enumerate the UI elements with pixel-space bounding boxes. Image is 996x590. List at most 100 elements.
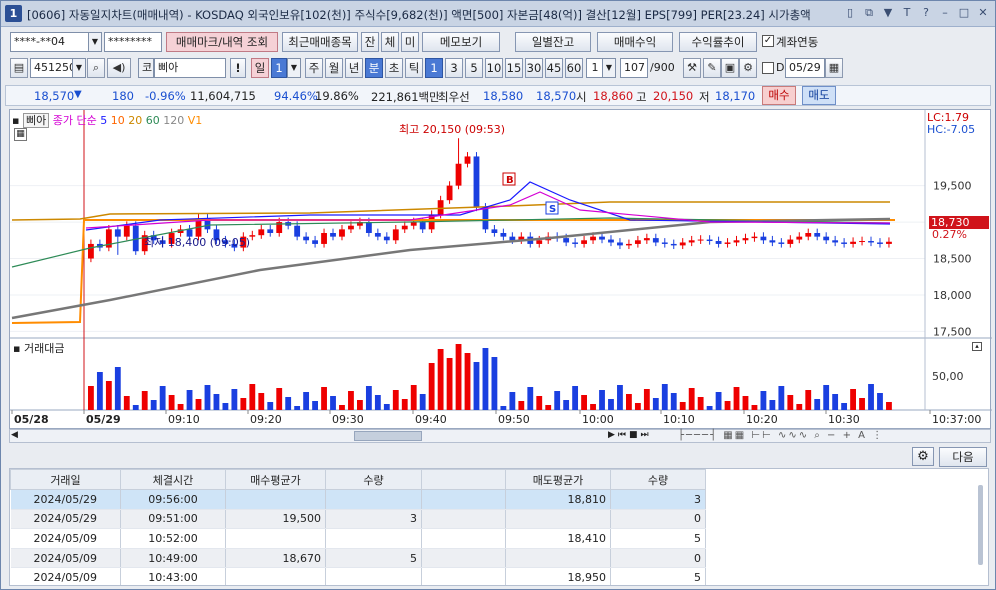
interval-45-button[interactable]: 45 [545, 58, 563, 78]
period-month-button[interactable]: 월 [325, 58, 343, 78]
table-row[interactable]: 2024/05/29 09:56:00 18,810 3 [10, 489, 706, 510]
legend-ma10[interactable]: 10 [111, 114, 125, 127]
chart-tools-icons[interactable]: ├───┤ ▦▦ ⊢⊢ ∿∿∿ ⌕ − + A ⋮ [678, 430, 884, 441]
table-cell [325, 567, 422, 585]
interval-15-button[interactable]: 15 [505, 58, 523, 78]
period-tick-button[interactable]: 틱 [405, 58, 423, 78]
layout-icon[interactable]: ▯ [842, 5, 858, 21]
tools-icon[interactable]: ⚒ [683, 58, 701, 78]
close-icon[interactable]: ✕ [975, 5, 991, 21]
balance-button[interactable]: 잔 [361, 32, 379, 52]
save-icon[interactable]: ▣ [721, 58, 739, 78]
range-field[interactable]: 107 [620, 58, 648, 78]
speaker-icon[interactable]: ◀) [107, 58, 131, 78]
price-change: 180 [112, 89, 134, 103]
period-num-field[interactable]: 1 [271, 58, 287, 78]
interval-1-button[interactable]: 1 [425, 58, 443, 78]
scroll-thumb[interactable] [354, 431, 422, 441]
return-trend-button[interactable]: 수익률추이 [679, 32, 757, 52]
interval-10-button[interactable]: 10 [485, 58, 503, 78]
legend-collapse-icon[interactable]: ▪ [12, 114, 19, 127]
col-empty[interactable] [421, 469, 506, 490]
period-week-button[interactable]: 주 [305, 58, 323, 78]
code-input[interactable]: 451250 [30, 58, 76, 78]
draw-icon[interactable]: ✎ [703, 58, 721, 78]
scroll-left-icon[interactable]: ◀ [11, 430, 18, 440]
table-row[interactable]: 2024/05/09 10:49:00 18,670 5 0 [10, 548, 706, 569]
legend-ma60[interactable]: 60 [146, 114, 160, 127]
stock-name-field[interactable]: 삐아 [154, 58, 226, 78]
col-buy-qty[interactable]: 수량 [325, 469, 422, 490]
recent-trades-button[interactable]: 최근매매종목 [282, 32, 358, 52]
table-row[interactable]: 2024/05/29 09:51:00 19,500 3 0 [10, 509, 706, 530]
trade-profit-button[interactable]: 매매수익 [597, 32, 673, 52]
pin-icon[interactable]: ▼ [880, 5, 896, 21]
table-cell [225, 528, 326, 549]
legend-ma120[interactable]: 120 [163, 114, 184, 127]
account-dropdown-icon[interactable]: ▼ [88, 32, 102, 52]
password-field[interactable]: ******** [104, 32, 162, 52]
code-dropdown-icon[interactable]: ▼ [72, 58, 86, 78]
account-field[interactable]: ****-**04 [10, 32, 90, 52]
memo-button[interactable]: 메모보기 [422, 32, 500, 52]
period-minute-button[interactable]: 분 [365, 58, 383, 78]
col-trade-date[interactable]: 거래일 [10, 469, 121, 490]
volume-bar [374, 395, 381, 410]
next-button[interactable]: 다음 [939, 447, 987, 467]
date-field[interactable]: 05/29 [785, 58, 825, 78]
minimize-icon[interactable]: – [937, 5, 953, 21]
trade-mark-query-button[interactable]: 매매마크/내역 조회 [166, 32, 278, 52]
volume-bar [114, 367, 121, 410]
account-link-label: 계좌연동 [776, 35, 819, 49]
interval-60-button[interactable]: 60 [565, 58, 583, 78]
legend-stock-name[interactable]: 삐아 [22, 113, 50, 128]
maximize-icon[interactable]: □ [956, 5, 972, 21]
period-day-button[interactable]: 일 [251, 58, 269, 78]
interval-30-button[interactable]: 30 [525, 58, 543, 78]
col-exec-time[interactable]: 체결시간 [120, 469, 226, 490]
settings-icon[interactable]: ⚙ [739, 58, 757, 78]
volume-ratio: 94.46% [274, 89, 318, 103]
open-price: 18,860 [593, 89, 634, 103]
sell-button[interactable]: 매도 [802, 86, 836, 105]
chart-table-icon[interactable]: ▦ [14, 128, 27, 141]
calendar-icon[interactable]: ▦ [825, 58, 843, 78]
col-sell-avg[interactable]: 매도평균가 [505, 469, 611, 490]
daily-balance-button[interactable]: 일별잔고 [515, 32, 591, 52]
account-link-checkbox[interactable]: ✓ [762, 35, 774, 47]
volume-pane-icon[interactable]: ▴ [972, 342, 982, 351]
legend-v1[interactable]: V1 [188, 114, 203, 127]
help-icon[interactable]: ? [918, 5, 934, 21]
market-label: 코 [138, 58, 154, 78]
stock-list-icon[interactable]: ▤ [10, 58, 28, 78]
chart-canvas[interactable]: 19,50019,00018,50018,00017,50005/2805/29… [10, 110, 992, 430]
col-buy-avg[interactable]: 매수평균가 [225, 469, 326, 490]
search-icon[interactable]: ⌕ [87, 58, 105, 78]
grid-settings-icon[interactable]: ⚙ [912, 447, 934, 466]
filled-button[interactable]: 체 [381, 32, 399, 52]
chart-scrollbar[interactable]: ◀ ▶⏮■⏭ ├───┤ ▦▦ ⊢⊢ ∿∿∿ ⌕ − + A ⋮ [9, 429, 991, 443]
scroll-controls[interactable]: ▶⏮■⏭ [608, 430, 652, 440]
legend-ma20[interactable]: 20 [128, 114, 142, 127]
period-dropdown-icon[interactable]: ▼ [287, 58, 301, 78]
grid-scrollbar[interactable] [978, 485, 983, 565]
legend-ma5[interactable]: 5 [100, 114, 107, 127]
period-second-button[interactable]: 초 [385, 58, 403, 78]
interval-3-button[interactable]: 3 [445, 58, 463, 78]
table-row[interactable]: 2024/05/09 10:43:00 18,950 5 [10, 567, 706, 585]
date-checkbox[interactable] [762, 62, 774, 74]
legend-close-sma[interactable]: 종가 단순 [53, 114, 97, 127]
alert-button[interactable]: ! [230, 58, 246, 78]
volume-collapse-icon[interactable]: ▪ [13, 342, 24, 355]
unfilled-button[interactable]: 미 [401, 32, 419, 52]
buy-button[interactable]: 매수 [762, 86, 796, 105]
col-sell-qty[interactable]: 수량 [610, 469, 706, 490]
y-tick-label: 18,500 [933, 253, 972, 266]
period-year-button[interactable]: 년 [345, 58, 363, 78]
price-chart[interactable]: 19,50019,00018,50018,00017,50005/2805/29… [9, 109, 992, 430]
table-row[interactable]: 2024/05/09 10:52:00 18,410 5 [10, 528, 706, 549]
count-dropdown-icon[interactable]: ▼ [602, 58, 616, 78]
interval-5-button[interactable]: 5 [465, 58, 483, 78]
font-icon[interactable]: T [899, 5, 915, 21]
cascade-icon[interactable]: ⧉ [861, 5, 877, 21]
